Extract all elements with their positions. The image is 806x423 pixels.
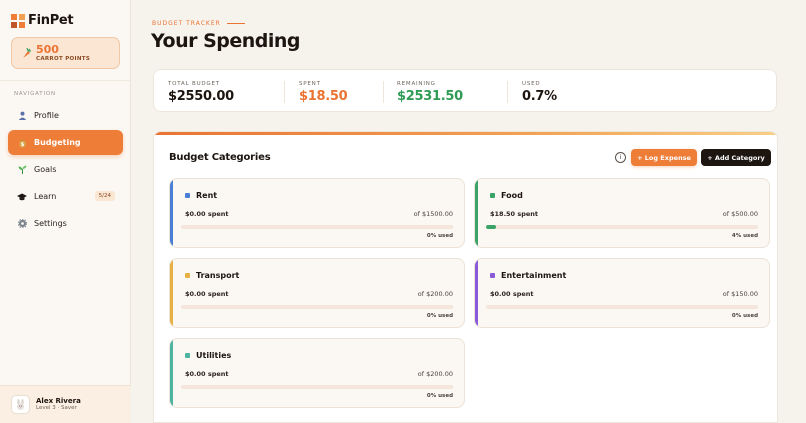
category-used: 0% used [731, 313, 758, 319]
gear-icon [17, 219, 27, 229]
stat-value: $18.50 [299, 89, 348, 104]
sidebar-item-label: Budgeting [34, 138, 81, 147]
sidebar-item-settings[interactable]: Settings [8, 211, 123, 236]
category-progress-bar [181, 305, 453, 309]
category-progress-fill [486, 225, 497, 229]
points-value: 500 [36, 42, 59, 56]
category-progress-bar [181, 225, 453, 229]
category-budget: of $1500.00 [413, 210, 453, 218]
log-expense-button[interactable]: + Log Expense [631, 149, 697, 166]
user-name: Alex Rivera [36, 397, 81, 405]
learn-progress-badge: 5/24 [94, 191, 115, 201]
category-progress-bar [181, 385, 453, 389]
person-icon [17, 111, 27, 121]
budget-summary: TOTAL BUDGET $2550.00 SPENT $18.50 REMAI… [153, 69, 777, 112]
category-color-dot [490, 193, 495, 198]
category-color-dot [185, 193, 190, 198]
stat-spent: SPENT $18.50 [299, 81, 348, 104]
sidebar-item-label: Learn [34, 192, 57, 201]
stat-divider [507, 81, 508, 103]
category-color-dot [185, 353, 190, 358]
stat-label: USED [522, 81, 541, 87]
logo-icon [11, 13, 25, 28]
sidebar-item-label: Profile [34, 111, 59, 120]
category-color-dot [185, 273, 190, 278]
page-title: Your Spending [151, 30, 301, 52]
stat-divider [284, 81, 285, 103]
category-accent [170, 339, 173, 407]
sidebar-item-label: Goals [34, 165, 57, 174]
add-category-button[interactable]: + Add Category [701, 149, 771, 166]
sidebar-item-learn[interactable]: Learn 5/24 [8, 184, 123, 209]
carrot-points-card: 500 CARROT POINTS [11, 37, 120, 69]
sidebar-item-label: Settings [34, 219, 67, 228]
graduation-cap-icon [17, 192, 27, 202]
category-card-food[interactable]: Food $18.50 spent of $500.00 4% used [474, 178, 770, 248]
eyebrow-text: BUDGET TRACKER [152, 20, 221, 27]
category-card-rent[interactable]: Rent $0.00 spent of $1500.00 0% used [169, 178, 465, 248]
category-budget: of $200.00 [417, 290, 453, 298]
info-icon[interactable]: i [615, 152, 626, 163]
eyebrow-line [226, 23, 245, 24]
stat-divider [383, 81, 384, 103]
category-spent: $18.50 spent [490, 210, 539, 218]
category-budget: of $500.00 [722, 210, 758, 218]
svg-text:$: $ [20, 142, 24, 148]
sidebar-divider [0, 80, 131, 81]
sidebar-item-profile[interactable]: Profile [8, 103, 123, 128]
category-name: Utilities [196, 351, 232, 360]
category-progress-bar [486, 305, 758, 309]
category-progress-bar [486, 225, 758, 229]
category-card-entertainment[interactable]: Entertainment $0.00 spent of $150.00 0% … [474, 258, 770, 328]
category-budget: of $150.00 [722, 290, 758, 298]
stat-total-budget: TOTAL BUDGET $2550.00 [168, 81, 234, 104]
category-accent [170, 179, 173, 247]
stat-value: $2531.50 [397, 89, 463, 104]
sidebar-item-budgeting[interactable]: $ Budgeting [8, 130, 123, 155]
category-name: Rent [196, 191, 218, 200]
category-used: 4% used [731, 233, 758, 239]
app-logo[interactable]: FinPet [11, 13, 74, 28]
category-card-transport[interactable]: Transport $0.00 spent of $200.00 0% used [169, 258, 465, 328]
stat-remaining: REMAINING $2531.50 [397, 81, 463, 104]
stat-value: 0.7% [522, 89, 557, 104]
bunny-icon [11, 395, 30, 414]
sidebar: FinPet 500 CARROT POINTS NAVIGATION Prof… [0, 0, 131, 423]
user-level: Level 3 · Saver [36, 405, 77, 412]
category-accent [475, 179, 478, 247]
category-used: 0% used [426, 313, 453, 319]
panel-accent-bar [154, 132, 777, 135]
category-spent: $0.00 spent [185, 290, 229, 298]
budget-categories-panel: Budget Categories i + Log Expense + Add … [153, 131, 778, 423]
category-spent: $0.00 spent [490, 290, 534, 298]
page-eyebrow: BUDGET TRACKER [152, 20, 245, 27]
category-accent [475, 259, 478, 327]
carrot-icon [23, 47, 31, 58]
points-label: CARROT POINTS [36, 55, 91, 62]
app-name: FinPet [28, 13, 74, 28]
category-name: Entertainment [501, 271, 567, 280]
stat-label: SPENT [299, 81, 321, 87]
stat-value: $2550.00 [168, 89, 234, 104]
category-used: 0% used [426, 393, 453, 399]
money-bag-icon: $ [17, 138, 27, 148]
panel-title: Budget Categories [169, 152, 271, 163]
stat-label: TOTAL BUDGET [168, 81, 220, 87]
category-color-dot [490, 273, 495, 278]
sidebar-item-goals[interactable]: Goals [8, 157, 123, 182]
category-name: Food [501, 191, 523, 200]
stat-label: REMAINING [397, 81, 436, 87]
stat-used: USED 0.7% [522, 81, 557, 104]
user-profile[interactable]: Alex Rivera Level 3 · Saver [0, 385, 131, 423]
seedling-icon [17, 165, 27, 175]
category-accent [170, 259, 173, 327]
category-name: Transport [196, 271, 240, 280]
category-card-utilities[interactable]: Utilities $0.00 spent of $200.00 0% used [169, 338, 465, 408]
category-spent: $0.00 spent [185, 370, 229, 378]
category-used: 0% used [426, 233, 453, 239]
category-spent: $0.00 spent [185, 210, 229, 218]
nav-heading: NAVIGATION [14, 91, 56, 97]
category-budget: of $200.00 [417, 370, 453, 378]
